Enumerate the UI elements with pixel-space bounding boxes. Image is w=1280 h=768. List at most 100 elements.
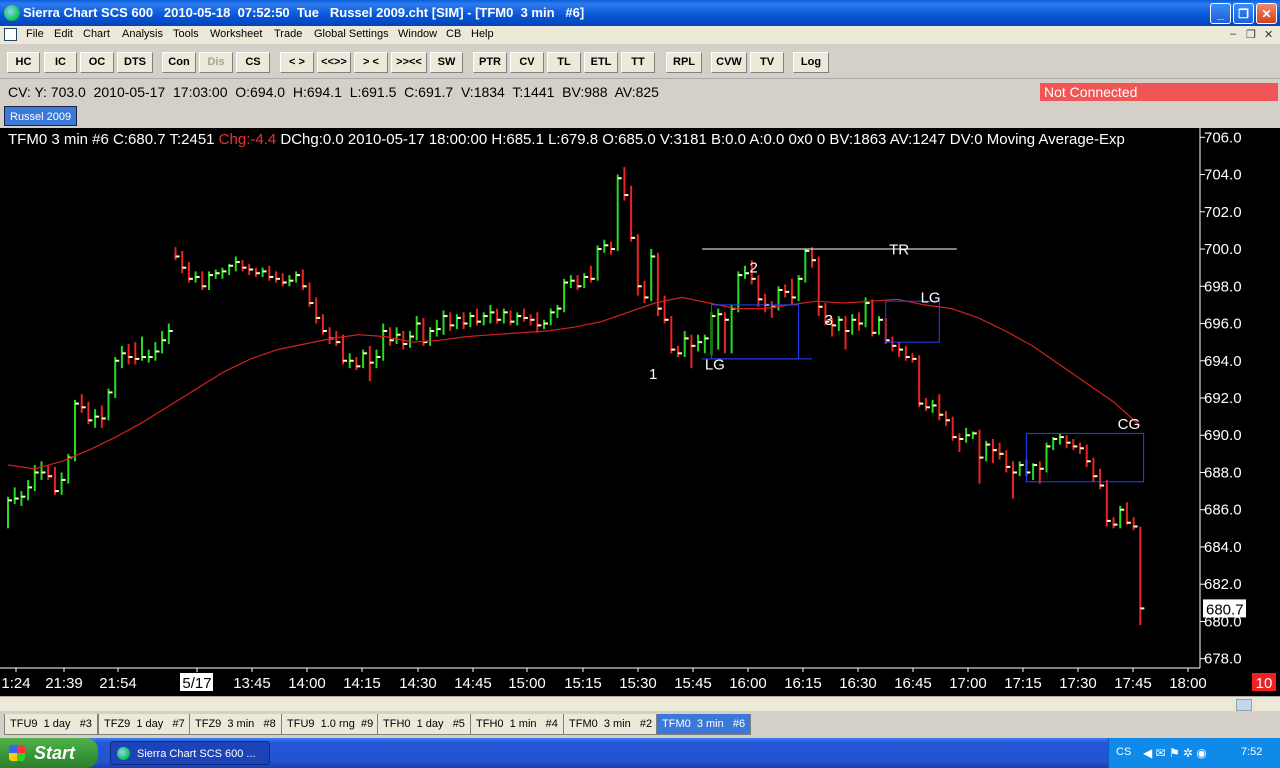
range-box-3	[1025, 432, 1145, 483]
chart-header-values: TFM0 3 min #6 C:680.7 T:2451	[8, 131, 219, 148]
x-axis-label: 17:45	[1114, 675, 1152, 692]
menu-help[interactable]: Help	[471, 28, 494, 40]
annotation-label: 2	[750, 260, 758, 277]
start-label: Start	[34, 743, 76, 763]
y-axis-label: 682.0	[1204, 576, 1242, 593]
annotation-label: LG	[921, 289, 941, 306]
tab-tfm0-3-min-6[interactable]: TFM0 3 min #6	[656, 714, 752, 735]
x-axis-label: 15:30	[619, 675, 657, 692]
x-axis-label: 21:54	[99, 675, 137, 692]
taskbar-item-sierra-chart[interactable]: Sierra Chart SCS 600 ...	[110, 741, 270, 765]
x-axis-label: 21:39	[45, 675, 83, 692]
menu-edit[interactable]: Edit	[54, 28, 73, 40]
x-axis-label: 16:45	[894, 675, 932, 692]
moving-average-line	[7, 296, 1141, 470]
y-axis-label: 700.0	[1204, 241, 1242, 258]
minimize-button[interactable]: _	[1210, 3, 1231, 24]
clock[interactable]: 7:52	[1241, 746, 1262, 758]
toolbar-button-scroll-both[interactable]: < >	[280, 52, 314, 73]
y-axis-label: 678.0	[1204, 651, 1242, 668]
menu-global-settings[interactable]: Global Settings	[314, 28, 389, 40]
taskbar-item-label: Sierra Chart SCS 600 ...	[137, 748, 256, 760]
title-bar: Sierra Chart SCS 600 2010-05-18 07:52:50…	[0, 0, 1280, 26]
y-axis-label: 698.0	[1204, 278, 1242, 295]
toolbar-button-ic[interactable]: IC	[44, 52, 77, 73]
mdi-restore-button[interactable]: ❐	[1246, 28, 1256, 41]
toolbar-button-cs[interactable]: CS	[236, 52, 270, 73]
start-button[interactable]: Start	[0, 738, 98, 768]
language-indicator[interactable]: CS	[1116, 746, 1131, 758]
mdi-minimize-button[interactable]: –	[1230, 28, 1236, 40]
menu-analysis[interactable]: Analysis	[122, 28, 163, 40]
mdi-close-button[interactable]: ✕	[1264, 28, 1273, 41]
toolbar-button-tv[interactable]: TV	[750, 52, 784, 73]
tab-tfh0-1-day-5[interactable]: TFH0 1 day #5	[377, 714, 471, 735]
menu-chart[interactable]: Chart	[83, 28, 110, 40]
toolbar-button-dis[interactable]: Dis	[199, 52, 233, 73]
y-axis-label: 684.0	[1204, 539, 1242, 556]
toolbar-button-tt[interactable]: TT	[621, 52, 655, 73]
price-chart[interactable]: TR 1 2 3 LG LG CG 706.0 704.0 702.0 700.0 698.0 696.…	[0, 128, 1280, 696]
x-axis-label: 14:30	[399, 675, 437, 692]
close-button[interactable]: ✕	[1256, 3, 1277, 24]
menu-cb[interactable]: CB	[446, 28, 461, 40]
tab-tfz9-1-day-7[interactable]: TFZ9 1 day #7	[98, 714, 191, 735]
x-axis-label: 1:24	[1, 675, 30, 692]
x-axis-label: 16:00	[729, 675, 767, 692]
x-axis-label: 14:15	[343, 675, 381, 692]
toolbar-button-dts[interactable]: DTS	[117, 52, 153, 73]
toolbar-button-cv[interactable]: CV	[510, 52, 544, 73]
x-axis-label: 16:15	[784, 675, 822, 692]
restore-button[interactable]: ❐	[1233, 3, 1254, 24]
toolbar-button-zoom-in-more[interactable]: >><<	[391, 52, 427, 73]
x-axis-label: 17:30	[1059, 675, 1097, 692]
range-box-2	[885, 300, 940, 343]
menu-tools[interactable]: Tools	[173, 28, 199, 40]
toolbar-button-hc[interactable]: HC	[7, 52, 40, 73]
toolbar-button-con[interactable]: Con	[162, 52, 196, 73]
annotation-label: CG	[1118, 416, 1141, 433]
chart-horizontal-scrollbar[interactable]	[0, 696, 1280, 711]
tab-tfu9-1-rng-9[interactable]: TFU9 1.0 rng #9	[281, 714, 380, 735]
tab-tfm0-3-min-2[interactable]: TFM0 3 min #2	[563, 714, 659, 735]
tab-tfh0-1-min-4[interactable]: TFH0 1 min #4	[470, 714, 564, 735]
annotation-label: TR	[889, 241, 909, 258]
x-axis-label: 15:00	[508, 675, 546, 692]
menu-trade[interactable]: Trade	[274, 28, 302, 40]
chart-header: TFM0 3 min #6 C:680.7 T:2451 Chg:-4.4 DC…	[8, 131, 1200, 148]
toolbar-button-sw[interactable]: SW	[430, 52, 463, 73]
toolbar-button-log[interactable]: Log	[793, 52, 829, 73]
taskbar: Start Sierra Chart SCS 600 ... CS ◀ ✉ ⚑ …	[0, 738, 1280, 768]
x-axis-label: 17:00	[949, 675, 987, 692]
toolbar-button-scroll-out[interactable]: <<>>	[317, 52, 351, 73]
toolbar-button-zoom-in[interactable]: > <	[354, 52, 388, 73]
x-axis-label: 18:00	[1169, 675, 1207, 692]
tray-icons[interactable]: ◀ ✉ ⚑ ✲ ◉	[1143, 746, 1207, 760]
menu-file[interactable]: File	[26, 28, 44, 40]
scrollbar-thumb[interactable]	[1236, 699, 1252, 711]
toolbar-button-rpl[interactable]: RPL	[666, 52, 702, 73]
tab-tfu9-1-day-3[interactable]: TFU9 1 day #3	[4, 714, 98, 735]
connection-status-badge: Not Connected	[1040, 83, 1278, 101]
x-axis-label: 14:45	[454, 675, 492, 692]
menu-bar: File Edit Chart Analysis Tools Worksheet…	[0, 26, 1280, 44]
x-axis-label: 14:00	[288, 675, 326, 692]
menu-worksheet[interactable]: Worksheet	[210, 28, 262, 40]
tab-tfz9-3-min-8[interactable]: TFZ9 3 min #8	[189, 714, 282, 735]
chart-tabs: TFU9 1 day #3 TFZ9 1 day #7 TFZ9 3 min #…	[0, 712, 1280, 738]
toolbar-button-oc[interactable]: OC	[80, 52, 114, 73]
toolbar-button-tl[interactable]: TL	[547, 52, 581, 73]
chart-canvas[interactable]: TR 1 2 3 LG LG CG 706.0 704.0 702.0 700.0 698.0 696.…	[0, 128, 1280, 696]
x-axis-date-label: 5/17	[182, 675, 211, 692]
windows-logo-icon	[9, 745, 25, 761]
corner-badge-label: 10	[1256, 675, 1273, 692]
document-icon[interactable]	[4, 28, 17, 41]
toolbar-button-etl[interactable]: ETL	[584, 52, 618, 73]
toolbar-button-cvw[interactable]: CVW	[711, 52, 747, 73]
toolbar: HC IC OC DTS Con Dis CS < > <<>> > < >><…	[0, 46, 1280, 79]
menu-window[interactable]: Window	[398, 28, 437, 40]
x-axis-label: 15:45	[674, 675, 712, 692]
toolbar-button-ptr[interactable]: PTR	[473, 52, 507, 73]
sierra-chart-app-icon[interactable]	[4, 5, 20, 21]
chartbook-tab[interactable]: Russel 2009	[4, 106, 78, 126]
